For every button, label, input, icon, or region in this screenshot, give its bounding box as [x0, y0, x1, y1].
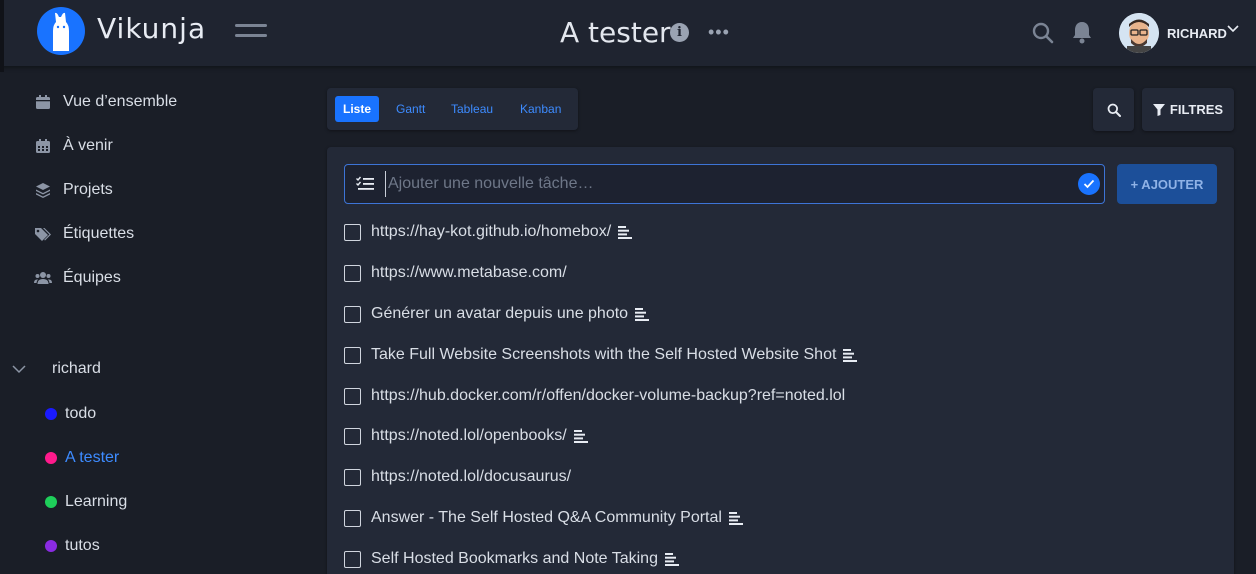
- description-icon: [618, 225, 633, 239]
- task-checkbox[interactable]: [344, 305, 361, 323]
- project-label: todo: [65, 405, 97, 422]
- calendar-grid-icon: [34, 137, 52, 155]
- description-icon: [728, 511, 743, 525]
- task-title[interactable]: Self Hosted Bookmarks and Note Taking: [371, 550, 658, 568]
- project-color-dot: [45, 496, 57, 508]
- filters-button[interactable]: FILTRES: [1142, 88, 1234, 131]
- search-icon: [1107, 103, 1121, 117]
- top-bar: Vikunja A tester i ••• RICHARD: [0, 0, 1256, 72]
- task-row[interactable]: Answer - The Self Hosted Q&A Community P…: [344, 506, 743, 530]
- chevron-down-icon[interactable]: [12, 362, 26, 376]
- task-checkbox[interactable]: [344, 427, 361, 445]
- window-edge: [0, 0, 4, 72]
- tab-kanban[interactable]: Kanban: [512, 96, 569, 122]
- description-icon: [573, 429, 588, 443]
- task-row[interactable]: https://hub.docker.com/r/offen/docker-vo…: [344, 384, 845, 408]
- tab-table[interactable]: Tableau: [443, 96, 501, 122]
- view-switcher: Liste Gantt Tableau Kanban: [327, 88, 578, 130]
- sidebar-item-projects[interactable]: Projets: [34, 178, 113, 202]
- check-icon: [1078, 173, 1100, 195]
- description-icon: [843, 348, 858, 362]
- description-icon: [664, 552, 679, 566]
- tab-gantt[interactable]: Gantt: [388, 96, 433, 122]
- add-task-button[interactable]: + AJOUTER: [1117, 164, 1217, 204]
- new-task-input[interactable]: [385, 171, 1065, 197]
- description-icon: [635, 307, 650, 321]
- sidebar-item-label: À venir: [63, 137, 113, 154]
- layers-icon: [34, 181, 52, 199]
- search-icon[interactable]: [1031, 21, 1055, 45]
- task-title[interactable]: https://noted.lol/openbooks/: [371, 427, 567, 445]
- sidebar-project-tutos[interactable]: tutos: [45, 535, 100, 557]
- app-name[interactable]: Vikunja: [97, 12, 206, 45]
- sidebar-item-label: Équipes: [63, 269, 121, 286]
- task-checkbox[interactable]: [344, 468, 361, 486]
- sidebar-item-labels[interactable]: Étiquettes: [34, 222, 134, 246]
- task-row[interactable]: https://noted.lol/docusaurus/: [344, 465, 571, 489]
- project-color-dot: [45, 540, 57, 552]
- search-button[interactable]: [1093, 88, 1134, 131]
- task-list-icon: [356, 176, 374, 190]
- calendar-icon: [34, 93, 52, 111]
- project-parent-label: richard: [52, 360, 101, 377]
- task-row[interactable]: https://noted.lol/openbooks/: [344, 424, 588, 448]
- more-icon[interactable]: •••: [708, 22, 730, 43]
- menu-icon[interactable]: [235, 24, 267, 42]
- project-color-dot: [45, 452, 57, 464]
- tags-icon: [34, 225, 52, 243]
- sidebar-project-todo[interactable]: todo: [45, 403, 96, 425]
- task-title[interactable]: https://www.metabase.com/: [371, 264, 567, 282]
- task-row[interactable]: https://hay-kot.github.io/homebox/: [344, 220, 633, 244]
- project-label: A tester: [65, 449, 120, 466]
- filter-icon: [1152, 103, 1165, 116]
- avatar[interactable]: [1119, 13, 1159, 53]
- sidebar-project-learning[interactable]: Learning: [45, 491, 127, 513]
- task-title[interactable]: https://hub.docker.com/r/offen/docker-vo…: [371, 387, 845, 405]
- project-label: Learning: [65, 493, 128, 510]
- project-color-dot: [45, 408, 57, 420]
- users-icon: [34, 269, 52, 287]
- task-checkbox[interactable]: [344, 550, 361, 568]
- task-checkbox[interactable]: [344, 223, 361, 241]
- sidebar-item-label: Étiquettes: [63, 225, 135, 242]
- tab-list[interactable]: Liste: [335, 96, 380, 122]
- info-icon[interactable]: i: [670, 23, 689, 42]
- task-title[interactable]: Answer - The Self Hosted Q&A Community P…: [371, 509, 722, 527]
- sidebar-item-overview[interactable]: Vue d’ensemble: [34, 90, 177, 114]
- sidebar-item-label: Projets: [63, 181, 113, 198]
- bell-icon[interactable]: [1071, 20, 1093, 44]
- page-title: A tester: [560, 16, 671, 49]
- sidebar-project-a-tester[interactable]: A tester: [45, 447, 119, 469]
- project-label: tutos: [65, 537, 100, 554]
- task-row[interactable]: https://www.metabase.com/: [344, 261, 567, 285]
- task-row[interactable]: Self Hosted Bookmarks and Note Taking: [344, 547, 679, 571]
- user-name[interactable]: RICHARD: [1167, 26, 1227, 41]
- task-checkbox[interactable]: [344, 264, 361, 282]
- task-checkbox[interactable]: [344, 346, 361, 364]
- task-title[interactable]: https://noted.lol/docusaurus/: [371, 468, 571, 486]
- sidebar-item-teams[interactable]: Équipes: [34, 266, 121, 290]
- task-row[interactable]: Générer un avatar depuis une photo: [344, 302, 650, 326]
- chevron-down-icon[interactable]: [1226, 22, 1240, 36]
- filters-label: FILTRES: [1169, 102, 1224, 117]
- task-title[interactable]: Générer un avatar depuis une photo: [371, 305, 628, 323]
- task-row[interactable]: Take Full Website Screenshots with the S…: [344, 343, 858, 367]
- sidebar-item-upcoming[interactable]: À venir: [34, 134, 113, 158]
- new-task-field[interactable]: [344, 164, 1105, 204]
- task-checkbox[interactable]: [344, 387, 361, 405]
- task-title[interactable]: https://hay-kot.github.io/homebox/: [371, 223, 611, 241]
- project-parent-richard[interactable]: richard: [12, 358, 101, 380]
- sidebar-item-label: Vue d’ensemble: [63, 93, 178, 110]
- task-checkbox[interactable]: [344, 509, 361, 527]
- logo-icon[interactable]: [37, 7, 85, 55]
- sidebar: Vue d’ensemble À venir Projets Étiquette…: [0, 66, 300, 574]
- task-title[interactable]: Take Full Website Screenshots with the S…: [371, 346, 836, 364]
